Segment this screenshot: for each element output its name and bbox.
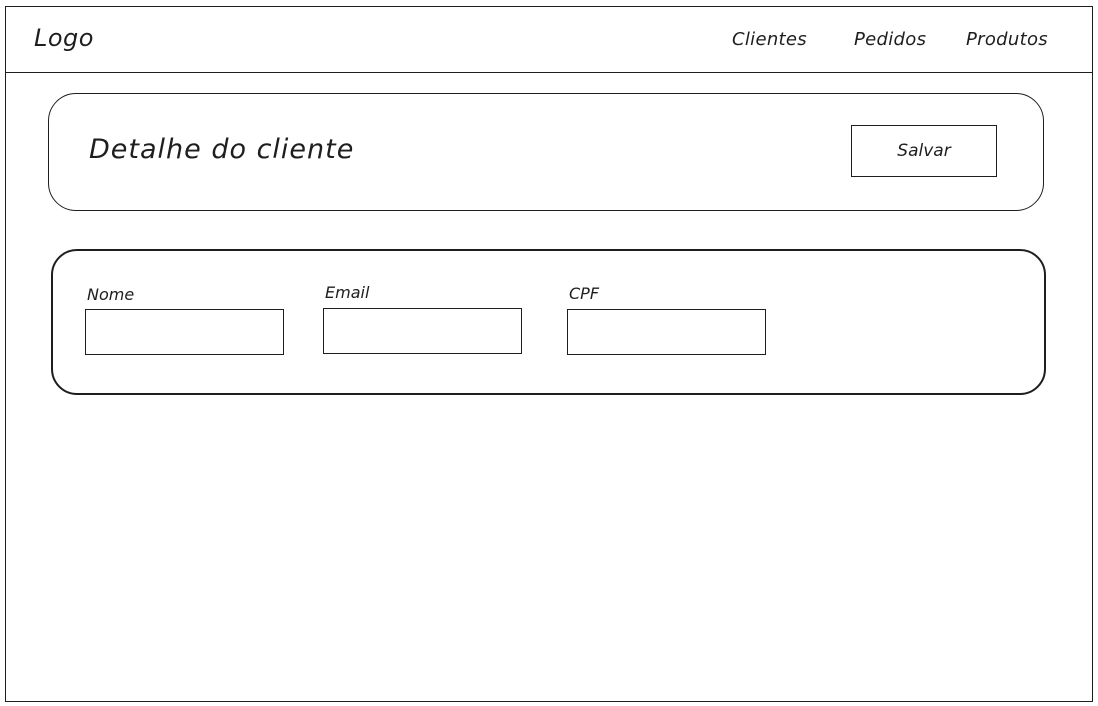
nav-item-produtos[interactable]: Produtos (966, 29, 1048, 50)
page-title: Detalhe do cliente (89, 134, 355, 165)
page-header-card: Detalhe do cliente Salvar (48, 93, 1044, 211)
email-input[interactable] (323, 308, 522, 354)
top-navbar: Logo Clientes Pedidos Produtos (6, 7, 1092, 73)
nome-input[interactable] (85, 309, 284, 355)
nome-label: Nome (87, 285, 135, 304)
nav-item-pedidos[interactable]: Pedidos (854, 29, 926, 50)
logo[interactable]: Logo (34, 24, 94, 52)
cpf-label: CPF (569, 284, 600, 303)
client-form-card: Nome Email CPF (51, 249, 1046, 395)
cpf-input[interactable] (567, 309, 766, 355)
save-button[interactable]: Salvar (851, 125, 997, 177)
nav-item-clientes[interactable]: Clientes (732, 29, 807, 50)
email-label: Email (325, 283, 370, 302)
